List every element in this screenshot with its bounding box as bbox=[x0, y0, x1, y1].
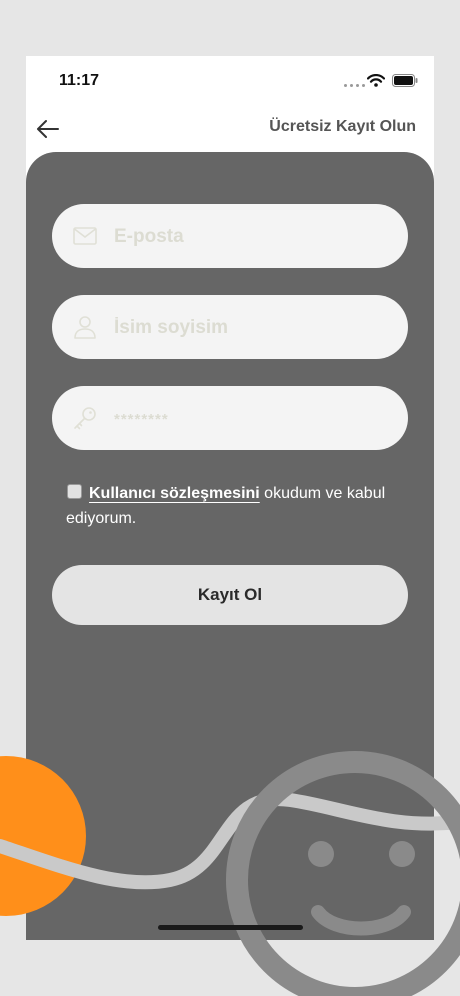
mail-icon bbox=[73, 227, 97, 245]
status-time: 11:17 bbox=[59, 72, 100, 89]
agreement-row: Kullanıcı sözleşmesini okudum ve kabul e… bbox=[66, 481, 386, 531]
agreement-checkbox[interactable] bbox=[67, 484, 82, 499]
key-icon bbox=[74, 407, 96, 430]
email-field bbox=[52, 204, 408, 270]
user-icon bbox=[74, 316, 96, 339]
arrow-left-icon[interactable] bbox=[35, 116, 61, 142]
password-input[interactable] bbox=[112, 386, 386, 452]
registration-panel: Kullanıcı sözleşmesini okudum ve kabul e… bbox=[26, 152, 434, 940]
register-button[interactable]: Kayıt Ol bbox=[52, 565, 408, 625]
navigation-bar: Ücretsiz Kayıt Olun bbox=[26, 108, 434, 152]
home-indicator[interactable] bbox=[158, 925, 303, 930]
name-input[interactable] bbox=[112, 295, 386, 361]
page-title: Ücretsiz Kayıt Olun bbox=[269, 118, 416, 135]
battery-icon bbox=[392, 74, 418, 87]
email-input[interactable] bbox=[112, 204, 386, 270]
name-field bbox=[52, 295, 408, 361]
wifi-icon bbox=[367, 74, 385, 87]
password-field bbox=[52, 386, 408, 452]
status-bar: 11:17 bbox=[26, 56, 434, 108]
cellular-signal-icon bbox=[344, 84, 365, 87]
user-agreement-link[interactable]: Kullanıcı sözleşmesini bbox=[89, 485, 260, 502]
phone-screen: 11:17 Ücretsiz Kayıt Olun E-posta İsim s… bbox=[26, 56, 434, 940]
